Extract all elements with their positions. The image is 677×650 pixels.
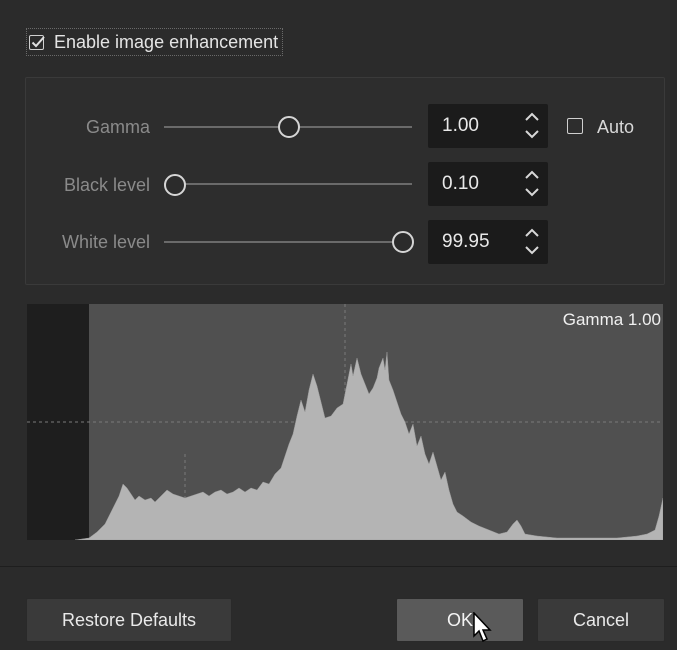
chevron-up-icon[interactable] xyxy=(524,226,540,240)
chevron-down-icon[interactable] xyxy=(524,185,540,199)
black-level-value[interactable]: 0.10 xyxy=(442,173,479,195)
white-level-label: White level xyxy=(61,232,150,252)
gamma-label: Gamma xyxy=(85,117,150,137)
black-level-label: Black level xyxy=(63,175,150,195)
divider xyxy=(0,566,677,567)
auto-checkbox[interactable] xyxy=(567,118,583,134)
enable-enhancement-checkbox[interactable]: Enable image enhancement xyxy=(26,28,284,56)
restore-defaults-button[interactable]: Restore Defaults xyxy=(26,598,232,642)
enable-enhancement-label: Enable image enhancement xyxy=(54,31,279,52)
gamma-spinbox[interactable]: 1.00 xyxy=(428,104,548,148)
histogram: Gamma 1.00 xyxy=(27,304,663,540)
white-level-spinbox[interactable]: 99.95 xyxy=(428,220,548,264)
white-level-slider-track[interactable] xyxy=(164,241,412,243)
chevron-up-icon[interactable] xyxy=(524,110,540,124)
gamma-value[interactable]: 1.00 xyxy=(442,115,479,137)
black-level-slider-track[interactable] xyxy=(164,183,412,185)
white-level-slider-handle[interactable] xyxy=(392,231,414,253)
histogram-graph xyxy=(27,304,663,540)
mouse-cursor-icon xyxy=(473,612,492,643)
checkbox-checked-icon xyxy=(29,34,45,50)
chevron-up-icon[interactable] xyxy=(524,168,540,182)
white-level-value[interactable]: 99.95 xyxy=(442,231,490,253)
histogram-distribution xyxy=(74,351,663,540)
black-level-slider-handle[interactable] xyxy=(164,174,186,196)
cancel-button[interactable]: Cancel xyxy=(537,598,665,642)
chevron-down-icon[interactable] xyxy=(524,127,540,141)
chevron-down-icon[interactable] xyxy=(524,243,540,257)
ok-button[interactable]: OK xyxy=(396,598,524,642)
gamma-slider-handle[interactable] xyxy=(278,116,300,138)
histogram-gamma-label: Gamma 1.00 xyxy=(562,310,661,329)
black-level-spinbox[interactable]: 0.10 xyxy=(428,162,548,206)
auto-label: Auto xyxy=(597,117,635,137)
